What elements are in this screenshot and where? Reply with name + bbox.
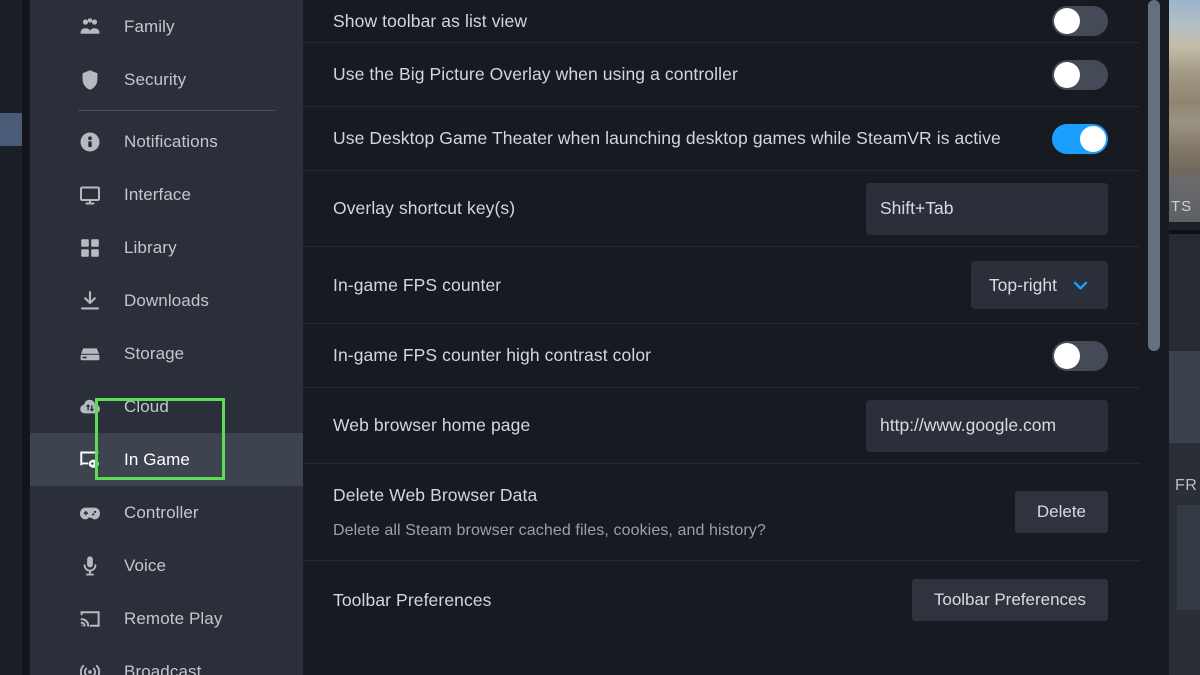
settings-sidebar: Family Security Notifications Interface … (30, 0, 303, 675)
setting-label: Overlay shortcut key(s) (333, 198, 516, 218)
setting-row-web-browser-home-page: Web browser home page http://www.google.… (303, 388, 1140, 464)
sidebar-item-label: Voice (124, 555, 167, 575)
sidebar-item-in-game[interactable]: In Game (30, 433, 303, 486)
sidebar-item-label: Notifications (124, 131, 218, 151)
background-label-partial-bottom: FR (1175, 477, 1198, 494)
setting-text-stack: Delete Web Browser Data Delete all Steam… (333, 485, 1015, 540)
microphone-icon (78, 554, 102, 578)
setting-label: Use the Big Picture Overlay when using a… (333, 64, 738, 84)
setting-row-toolbar-preferences: Toolbar Preferences Toolbar Preferences (303, 561, 1140, 639)
toggle-knob (1080, 125, 1106, 152)
cast-icon (78, 607, 102, 631)
sidebar-item-broadcast[interactable]: Broadcast (30, 645, 303, 675)
background-label-partial-top: TS (1171, 198, 1193, 215)
setting-label: Toolbar Preferences (333, 589, 492, 610)
background-hero-image (1169, 0, 1200, 175)
notifications-icon (78, 130, 102, 154)
sidebar-item-label: Downloads (124, 290, 210, 310)
chevron-down-icon (1071, 276, 1090, 295)
toggle-desktop-game-theater[interactable] (1052, 123, 1108, 154)
toggle-knob (1054, 342, 1080, 369)
web-browser-home-page-input[interactable]: http://www.google.com (866, 399, 1108, 452)
toggle-show-toolbar-list-view[interactable] (1052, 6, 1108, 36)
setting-row-show-toolbar-list-view: Show toolbar as list view (303, 0, 1140, 43)
setting-label: Use Desktop Game Theater when launching … (333, 128, 1001, 148)
sidebar-item-interface[interactable]: Interface (30, 168, 303, 221)
setting-label: Show toolbar as list view (333, 10, 528, 31)
sidebar-divider (78, 110, 275, 111)
sidebar-item-label: Family (124, 16, 175, 36)
sidebar-item-notifications[interactable]: Notifications (30, 115, 303, 168)
grid-icon (78, 236, 102, 260)
background-mid-panel (1169, 234, 1200, 351)
sidebar-item-cloud[interactable]: Cloud (30, 380, 303, 433)
sidebar-item-label: Storage (124, 343, 185, 363)
toolbar-preferences-button[interactable]: Toolbar Preferences (911, 579, 1108, 621)
monitor-icon (78, 183, 102, 207)
download-icon (78, 289, 102, 313)
gamepad-icon (78, 501, 102, 525)
background-window-sliver[interactable]: TS FR 7 (1169, 0, 1200, 675)
sidebar-item-security[interactable]: Security (30, 53, 303, 106)
window-left-edge (22, 0, 30, 675)
desktop-window-chip (0, 113, 22, 146)
setting-row-desktop-game-theater: Use Desktop Game Theater when launching … (303, 107, 1140, 171)
family-icon (78, 15, 102, 39)
sidebar-item-label: Security (124, 69, 187, 89)
setting-label: Web browser home page (333, 415, 531, 435)
background-mid-panel-2 (1169, 351, 1200, 443)
sidebar-item-family[interactable]: Family (30, 0, 303, 53)
sidebar-item-label: Broadcast (124, 661, 202, 675)
sidebar-item-remote-play[interactable]: Remote Play (30, 592, 303, 645)
setting-label: Delete Web Browser Data (333, 484, 538, 505)
content-scrollbar-track[interactable] (1148, 0, 1160, 675)
content-scrollbar-thumb[interactable] (1148, 0, 1160, 351)
sidebar-item-label: In Game (124, 449, 190, 469)
storage-icon (78, 342, 102, 366)
overlay-shortcut-input[interactable]: Shift+Tab (866, 182, 1108, 235)
setting-sublabel: Delete all Steam browser cached files, c… (333, 521, 766, 539)
desktop-background-strip (0, 0, 22, 675)
settings-content-panel: Show toolbar as list view Use the Big Pi… (303, 0, 1140, 675)
background-card: 7 (1177, 505, 1200, 610)
shield-icon (78, 68, 102, 92)
setting-label: In-game FPS counter high contrast color (333, 345, 652, 365)
sidebar-item-downloads[interactable]: Downloads (30, 274, 303, 327)
delete-button[interactable]: Delete (1014, 491, 1108, 533)
toggle-big-picture-overlay[interactable] (1052, 59, 1108, 90)
setting-label: In-game FPS counter (333, 274, 502, 295)
settings-rows: Show toolbar as list view Use the Big Pi… (303, 0, 1140, 639)
sidebar-item-storage[interactable]: Storage (30, 327, 303, 380)
screen: Family Security Notifications Interface … (0, 0, 1200, 675)
toggle-knob (1054, 61, 1080, 88)
sidebar-item-label: Remote Play (124, 608, 223, 628)
setting-row-overlay-shortcut-keys: Overlay shortcut key(s) Shift+Tab (303, 171, 1140, 247)
setting-row-fps-counter: In-game FPS counter Top-right (303, 247, 1140, 324)
broadcast-icon (78, 660, 102, 675)
fps-counter-selected-value: Top-right (988, 274, 1057, 295)
toggle-fps-high-contrast[interactable] (1052, 340, 1108, 371)
sidebar-item-label: Library (124, 237, 177, 257)
toggle-knob (1054, 8, 1080, 34)
setting-row-delete-web-browser-data: Delete Web Browser Data Delete all Steam… (303, 464, 1140, 561)
sidebar-item-label: Cloud (124, 396, 169, 416)
fps-counter-dropdown[interactable]: Top-right (970, 261, 1108, 309)
sidebar-item-label: Controller (124, 502, 199, 522)
cloud-sync-icon (78, 395, 102, 419)
sidebar-item-label: Interface (124, 184, 192, 204)
in-game-icon (78, 448, 102, 472)
sidebar-item-controller[interactable]: Controller (30, 486, 303, 539)
sidebar-item-voice[interactable]: Voice (30, 539, 303, 592)
sidebar-item-library[interactable]: Library (30, 221, 303, 274)
setting-row-big-picture-overlay: Use the Big Picture Overlay when using a… (303, 43, 1140, 107)
setting-row-fps-high-contrast: In-game FPS counter high contrast color (303, 324, 1140, 388)
